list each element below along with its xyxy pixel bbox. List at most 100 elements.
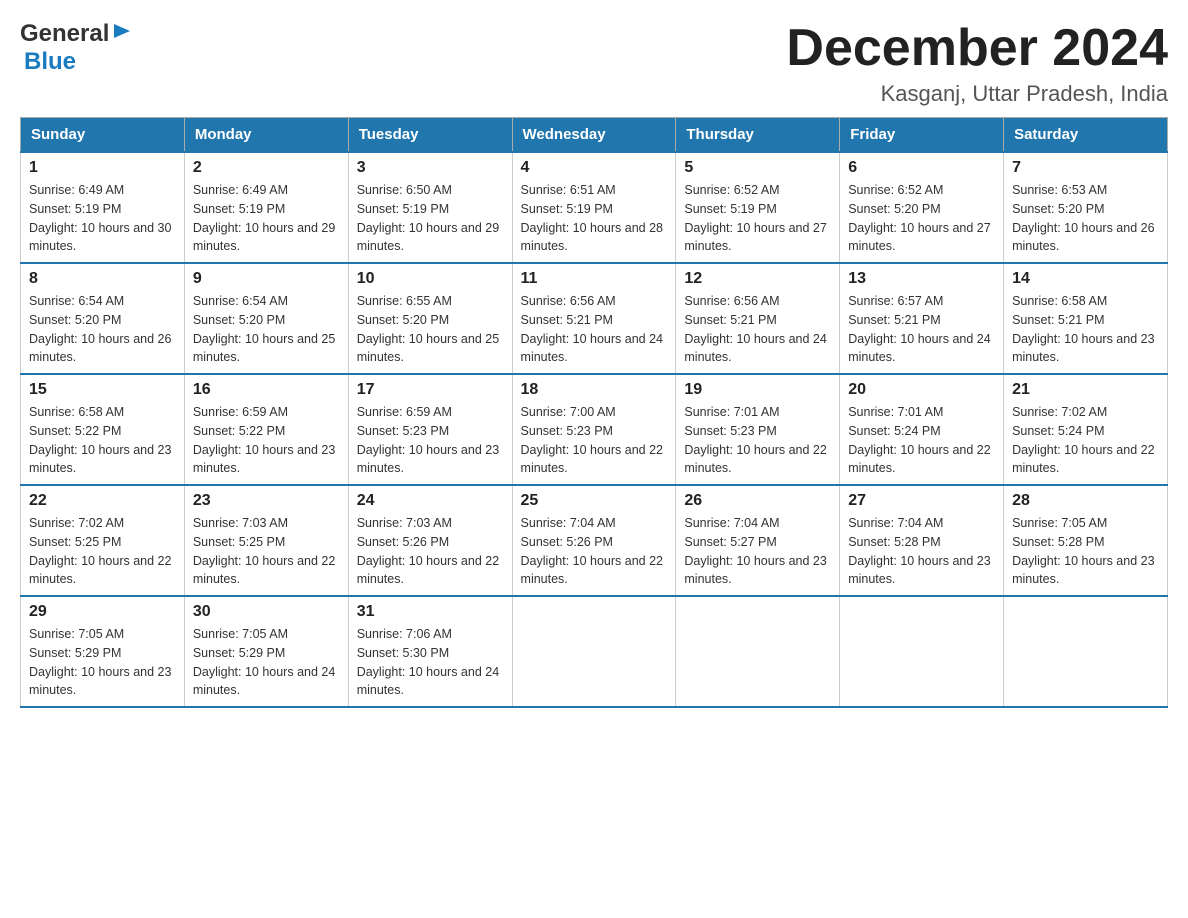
day-info: Sunrise: 7:00 AMSunset: 5:23 PMDaylight:… [521,403,668,478]
day-info: Sunrise: 6:57 AMSunset: 5:21 PMDaylight:… [848,292,995,367]
calendar-cell: 15 Sunrise: 6:58 AMSunset: 5:22 PMDayligh… [21,374,185,485]
day-number: 6 [848,159,995,177]
day-number: 11 [521,270,668,288]
day-info: Sunrise: 6:54 AMSunset: 5:20 PMDaylight:… [193,292,340,367]
day-info: Sunrise: 6:52 AMSunset: 5:19 PMDaylight:… [684,181,831,256]
day-number: 12 [684,270,831,288]
day-number: 26 [684,492,831,510]
day-info: Sunrise: 7:04 AMSunset: 5:27 PMDaylight:… [684,514,831,589]
calendar-cell: 20 Sunrise: 7:01 AMSunset: 5:24 PMDayligh… [840,374,1004,485]
calendar-cell: 16 Sunrise: 6:59 AMSunset: 5:22 PMDayligh… [184,374,348,485]
day-info: Sunrise: 7:05 AMSunset: 5:29 PMDaylight:… [29,625,176,700]
day-info: Sunrise: 7:05 AMSunset: 5:28 PMDaylight:… [1012,514,1159,589]
calendar-cell: 28 Sunrise: 7:05 AMSunset: 5:28 PMDayligh… [1004,485,1168,596]
day-number: 21 [1012,381,1159,399]
day-number: 28 [1012,492,1159,510]
calendar-cell [840,596,1004,707]
day-number: 18 [521,381,668,399]
calendar-cell [1004,596,1168,707]
logo-arrow-icon [112,20,134,47]
day-number: 23 [193,492,340,510]
calendar-cell: 24 Sunrise: 7:03 AMSunset: 5:26 PMDayligh… [348,485,512,596]
calendar-cell: 25 Sunrise: 7:04 AMSunset: 5:26 PMDayligh… [512,485,676,596]
day-number: 2 [193,159,340,177]
calendar-cell: 3Sunrise: 6:50 AMSunset: 5:19 PMDaylight… [348,152,512,263]
day-info: Sunrise: 6:53 AMSunset: 5:20 PMDaylight:… [1012,181,1159,256]
day-number: 27 [848,492,995,510]
day-number: 7 [1012,159,1159,177]
page-header: General Blue December 2024 Kasganj, Utta… [20,20,1168,107]
day-number: 3 [357,159,504,177]
calendar-cell: 19Sunrise: 7:01 AMSunset: 5:23 PMDayligh… [676,374,840,485]
weekday-header-sunday: Sunday [21,118,185,153]
day-number: 19 [684,381,831,399]
calendar-week-1: 1Sunrise: 6:49 AMSunset: 5:19 PMDaylight… [21,152,1168,263]
calendar-week-4: 22 Sunrise: 7:02 AMSunset: 5:25 PMDayligh… [21,485,1168,596]
calendar-cell: 18 Sunrise: 7:00 AMSunset: 5:23 PMDayligh… [512,374,676,485]
calendar-cell: 17Sunrise: 6:59 AMSunset: 5:23 PMDayligh… [348,374,512,485]
logo: General Blue [20,20,134,76]
day-info: Sunrise: 6:49 AMSunset: 5:19 PMDaylight:… [29,181,176,256]
day-info: Sunrise: 6:56 AMSunset: 5:21 PMDaylight:… [684,292,831,367]
day-number: 24 [357,492,504,510]
calendar-cell: 6 Sunrise: 6:52 AMSunset: 5:20 PMDaylight… [840,152,1004,263]
logo-blue-text: Blue [24,48,76,75]
day-info: Sunrise: 7:04 AMSunset: 5:28 PMDaylight:… [848,514,995,589]
calendar-cell: 1Sunrise: 6:49 AMSunset: 5:19 PMDaylight… [21,152,185,263]
calendar-week-5: 29 Sunrise: 7:05 AMSunset: 5:29 PMDayligh… [21,596,1168,707]
day-info: Sunrise: 6:49 AMSunset: 5:19 PMDaylight:… [193,181,340,256]
day-info: Sunrise: 6:55 AMSunset: 5:20 PMDaylight:… [357,292,504,367]
day-info: Sunrise: 6:58 AMSunset: 5:22 PMDaylight:… [29,403,176,478]
weekday-header-wednesday: Wednesday [512,118,676,153]
calendar-week-3: 15 Sunrise: 6:58 AMSunset: 5:22 PMDayligh… [21,374,1168,485]
calendar-cell: 30Sunrise: 7:05 AMSunset: 5:29 PMDayligh… [184,596,348,707]
day-number: 14 [1012,270,1159,288]
day-number: 16 [193,381,340,399]
day-info: Sunrise: 7:03 AMSunset: 5:25 PMDaylight:… [193,514,340,589]
day-number: 5 [684,159,831,177]
calendar-cell [512,596,676,707]
calendar-cell: 26 Sunrise: 7:04 AMSunset: 5:27 PMDayligh… [676,485,840,596]
weekday-header-monday: Monday [184,118,348,153]
day-info: Sunrise: 7:04 AMSunset: 5:26 PMDaylight:… [521,514,668,589]
day-number: 20 [848,381,995,399]
day-info: Sunrise: 6:59 AMSunset: 5:22 PMDaylight:… [193,403,340,478]
day-number: 17 [357,381,504,399]
calendar-week-2: 8Sunrise: 6:54 AMSunset: 5:20 PMDaylight… [21,263,1168,374]
calendar-cell [676,596,840,707]
weekday-header-friday: Friday [840,118,1004,153]
day-info: Sunrise: 7:01 AMSunset: 5:24 PMDaylight:… [848,403,995,478]
day-number: 13 [848,270,995,288]
calendar-table: SundayMondayTuesdayWednesdayThursdayFrid… [20,117,1168,708]
calendar-cell: 11 Sunrise: 6:56 AMSunset: 5:21 PMDayligh… [512,263,676,374]
calendar-cell: 9Sunrise: 6:54 AMSunset: 5:20 PMDaylight… [184,263,348,374]
calendar-cell: 5 Sunrise: 6:52 AMSunset: 5:19 PMDaylight… [676,152,840,263]
calendar-cell: 22 Sunrise: 7:02 AMSunset: 5:25 PMDayligh… [21,485,185,596]
day-number: 15 [29,381,176,399]
calendar-cell: 10 Sunrise: 6:55 AMSunset: 5:20 PMDayligh… [348,263,512,374]
day-info: Sunrise: 7:03 AMSunset: 5:26 PMDaylight:… [357,514,504,589]
logo-general-text: General [20,20,109,48]
calendar-cell: 14Sunrise: 6:58 AMSunset: 5:21 PMDayligh… [1004,263,1168,374]
calendar-cell: 23 Sunrise: 7:03 AMSunset: 5:25 PMDayligh… [184,485,348,596]
day-info: Sunrise: 7:02 AMSunset: 5:25 PMDaylight:… [29,514,176,589]
day-number: 10 [357,270,504,288]
calendar-cell: 21Sunrise: 7:02 AMSunset: 5:24 PMDayligh… [1004,374,1168,485]
calendar-cell: 7 Sunrise: 6:53 AMSunset: 5:20 PMDaylight… [1004,152,1168,263]
day-number: 29 [29,603,176,621]
day-number: 31 [357,603,504,621]
day-number: 22 [29,492,176,510]
day-info: Sunrise: 6:52 AMSunset: 5:20 PMDaylight:… [848,181,995,256]
day-number: 4 [521,159,668,177]
day-info: Sunrise: 7:06 AMSunset: 5:30 PMDaylight:… [357,625,504,700]
calendar-cell: 8Sunrise: 6:54 AMSunset: 5:20 PMDaylight… [21,263,185,374]
location-title: Kasganj, Uttar Pradesh, India [786,81,1168,107]
calendar-header-row: SundayMondayTuesdayWednesdayThursdayFrid… [21,118,1168,153]
weekday-header-saturday: Saturday [1004,118,1168,153]
calendar-cell: 2 Sunrise: 6:49 AMSunset: 5:19 PMDaylight… [184,152,348,263]
day-number: 25 [521,492,668,510]
weekday-header-tuesday: Tuesday [348,118,512,153]
weekday-header-thursday: Thursday [676,118,840,153]
day-info: Sunrise: 6:56 AMSunset: 5:21 PMDaylight:… [521,292,668,367]
calendar-cell: 13 Sunrise: 6:57 AMSunset: 5:21 PMDayligh… [840,263,1004,374]
